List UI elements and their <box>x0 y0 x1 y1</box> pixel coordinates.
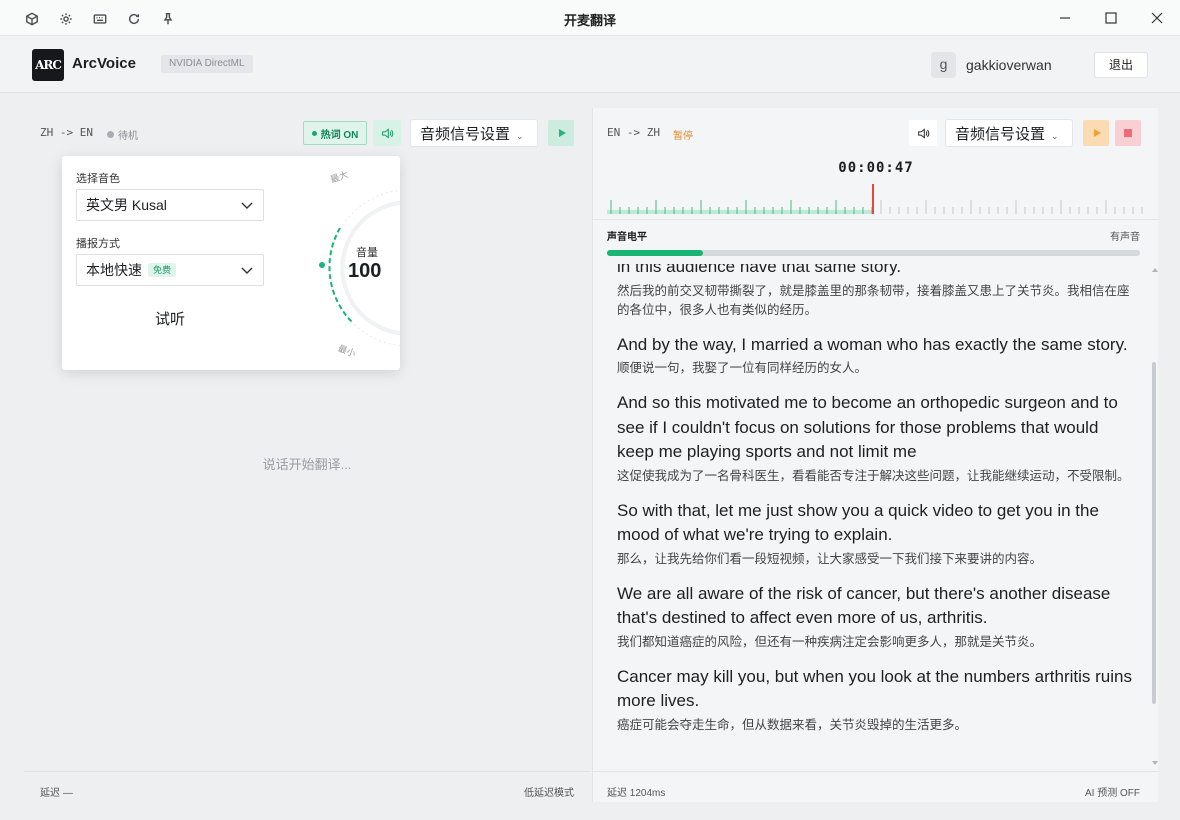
chevron-down-icon: ⌄ <box>1051 130 1059 141</box>
left-mode: 低延迟模式 <box>524 788 574 799</box>
left-play-button[interactable] <box>548 120 574 146</box>
right-audio-settings-select[interactable]: 音频信号设置 ⌄ <box>945 119 1073 147</box>
volume-knob-indicator[interactable] <box>319 262 325 268</box>
mode-select[interactable]: 本地快速 免费 <box>76 254 264 286</box>
scroll-down-icon[interactable] <box>1152 761 1158 765</box>
segment-source-text: And by the way, I married a woman who ha… <box>617 334 1128 354</box>
right-stop-button[interactable] <box>1115 120 1141 146</box>
avatar[interactable]: g <box>931 52 956 78</box>
preview-button[interactable]: 试听 <box>76 306 264 334</box>
volume-label: 音量 <box>356 247 378 259</box>
level-meter-fill <box>607 250 703 256</box>
play-icon <box>558 129 566 137</box>
username: gakkioverwan <box>966 57 1052 73</box>
transcript-segment: And by the way, I married a woman who ha… <box>617 333 1133 379</box>
hotword-label: 热词 ON <box>320 129 359 141</box>
free-badge: 免费 <box>148 263 177 277</box>
right-play-button[interactable] <box>1083 120 1109 146</box>
segment-translation-text: 然后我的前交叉韧带撕裂了，就是膝盖里的那条韧带，接着膝盖又患上了关节炎。我相信在… <box>617 283 1130 317</box>
left-speaker-button[interactable] <box>373 120 401 146</box>
right-audio-settings-label: 音频信号设置 <box>955 125 1046 143</box>
voice-value: 英文男 Kusal <box>86 197 167 213</box>
scroll-thumb[interactable] <box>1152 362 1156 704</box>
segment-translation-text: 癌症可能会夺走生命，但从数据来看，关节炎毁掉的生活更多。 <box>617 717 968 732</box>
voice-popover: 选择音色 英文男 Kusal 播报方式 本地快速 免费 试听 音量 100 最大… <box>62 156 400 370</box>
hotword-toggle[interactable]: 热词 ON <box>303 121 367 145</box>
maximize-icon <box>1105 12 1117 24</box>
gpu-badge: NVIDIA DirectML <box>161 55 253 73</box>
transcript-list: in this audience have that same story. 然后… <box>617 264 1133 748</box>
title-bar: 开麦翻译 <box>0 0 1180 36</box>
volume-dial[interactable] <box>286 162 400 362</box>
chevron-down-icon <box>241 267 253 274</box>
transcript-segment: in this audience have that same story. 然后… <box>617 264 1133 320</box>
app-name: ArcVoice <box>72 55 136 72</box>
voice-select[interactable]: 英文男 Kusal <box>76 189 264 221</box>
transcript-scrollbar[interactable] <box>1149 264 1159 769</box>
level-status: 有声音 <box>1110 232 1140 243</box>
left-status: 待机 <box>107 127 138 142</box>
segment-translation-text: 这促使我成为了一名骨科医生，看看能否专注于解决这些问题，让我能继续运动，不受限制… <box>617 468 1130 483</box>
right-status: 暂停 <box>673 131 693 142</box>
volume-value: 100 <box>348 260 382 282</box>
speaker-icon <box>917 127 929 139</box>
play-icon <box>1093 129 1101 137</box>
transcript-segment: We are all aware of the risk of cancer, … <box>617 582 1133 652</box>
transcript-segment: And so this motivated me to become an or… <box>617 391 1133 486</box>
ai-predict-status: AI 预测 OFF <box>1085 788 1140 799</box>
segment-source-text: Cancer may kill you, but when you look a… <box>617 666 1132 711</box>
logout-button[interactable]: 退出 <box>1094 52 1148 78</box>
chevron-down-icon <box>241 202 253 209</box>
right-panel: EN -> ZH 暂停 音频信号设置 ⌄ 00:00:47 声音电平 有声音 i… <box>592 108 1159 802</box>
segment-translation-text: 我们都知道癌症的风险，但还有一种疾病注定会影响更多人，那就是关节炎。 <box>617 634 1043 649</box>
maximize-button[interactable] <box>1088 0 1134 36</box>
hotword-dot-icon <box>311 130 317 136</box>
left-direction: ZH -> EN <box>40 126 93 139</box>
segment-translation-text: 顺便说一句，我娶了一位有同样经历的女人。 <box>617 361 868 375</box>
close-icon <box>1151 12 1163 24</box>
segment-source-text: And so this motivated me to become an or… <box>617 393 1118 461</box>
window-title: 开麦翻译 <box>563 13 616 28</box>
transcript-area[interactable]: in this audience have that same story. 然后… <box>593 264 1149 769</box>
audio-timeline[interactable] <box>593 180 1159 220</box>
segment-source-text: So with that, let me just show you a qui… <box>617 500 1099 545</box>
right-footer-divider <box>593 771 1159 772</box>
stop-icon <box>1124 129 1132 137</box>
right-latency: 延迟 1204ms <box>607 788 666 799</box>
segment-source-text: We are all aware of the risk of cancer, … <box>617 583 1111 628</box>
app-header: ARC ArcVoice NVIDIA DirectML g gakkiover… <box>0 36 1180 93</box>
app-logo: ARC <box>32 49 64 81</box>
left-latency: 延迟 — <box>40 788 73 799</box>
voice-label: 选择音色 <box>76 173 120 185</box>
left-audio-settings-select[interactable]: 音频信号设置 ⌄ <box>410 119 538 147</box>
segment-translation-text: 那么，让我先给你们看一段短视频，让大家感受一下我们接下来要讲的内容。 <box>617 551 1043 566</box>
left-placeholder: 说话开始翻译... <box>262 457 352 472</box>
left-footer-divider <box>24 771 590 772</box>
minimize-icon <box>1060 17 1070 19</box>
close-button[interactable] <box>1134 0 1180 36</box>
right-direction: EN -> ZH <box>607 126 660 139</box>
right-speaker-button[interactable] <box>909 120 937 146</box>
minimize-button[interactable] <box>1042 0 1088 36</box>
speaker-icon <box>381 127 393 139</box>
status-dot-icon <box>107 131 114 138</box>
mode-label: 播报方式 <box>76 238 120 250</box>
transcript-segment: So with that, let me just show you a qui… <box>617 499 1133 569</box>
transcript-segment: Cancer may kill you, but when you look a… <box>617 665 1133 735</box>
left-status-text: 待机 <box>118 131 138 142</box>
mode-value: 本地快速 <box>86 262 142 278</box>
left-audio-settings-label: 音频信号设置 <box>420 125 511 143</box>
elapsed-timer: 00:00:47 <box>838 160 914 176</box>
segment-source-text: in this audience have that same story. <box>617 264 902 276</box>
window-controls <box>1042 0 1180 36</box>
timeline-ticks <box>607 184 1143 214</box>
level-label: 声音电平 <box>607 232 647 243</box>
chevron-down-icon: ⌄ <box>516 130 524 141</box>
level-meter <box>607 250 1140 256</box>
scroll-up-icon[interactable] <box>1152 268 1158 272</box>
